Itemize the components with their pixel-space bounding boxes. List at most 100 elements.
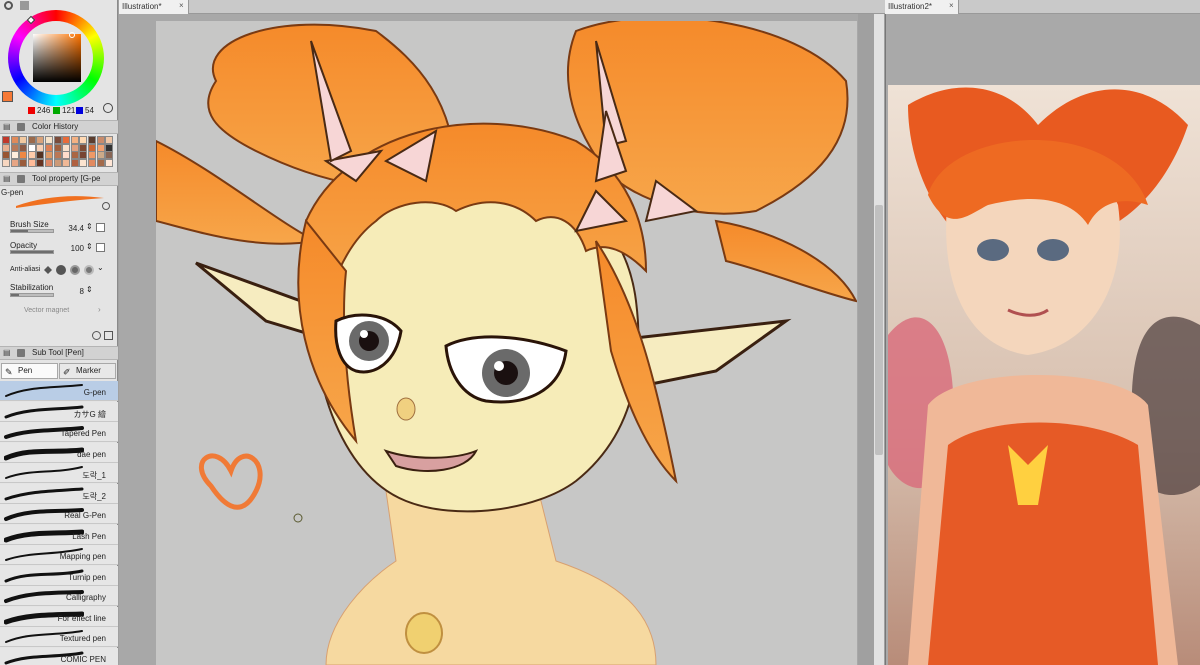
color-history-swatch[interactable] — [70, 158, 79, 167]
tool-property-header[interactable]: ▤ Tool property [G-pe — [0, 172, 118, 186]
color-history-swatch[interactable] — [96, 158, 105, 167]
sub-tool-name: カサG 繪 — [73, 409, 106, 419]
document-tabs: Illustration* × — [119, 0, 885, 14]
green-channel-icon — [53, 107, 60, 114]
reference-image[interactable] — [888, 85, 1200, 665]
sub-tool-item[interactable]: COMIC PEN — [0, 647, 118, 665]
reference-tabs: Illustration2* × — [885, 0, 1200, 14]
sub-tool-item[interactable]: For effect line — [0, 606, 118, 627]
stroke-preview-icon — [5, 466, 83, 479]
drawing-canvas[interactable] — [156, 21, 857, 665]
color-history-swatch[interactable] — [45, 158, 53, 167]
sub-tool-item[interactable]: Turnip pen — [0, 565, 118, 586]
pen-icon: ✎ — [5, 367, 13, 377]
color-wheel-tab-icon[interactable] — [4, 1, 13, 10]
close-tab-icon[interactable]: × — [179, 1, 184, 10]
sub-tool-name: Real G-Pen — [64, 511, 106, 520]
marker-icon: ✐ — [63, 367, 71, 377]
antialias-dropdown-icon[interactable]: ⌄ — [97, 263, 104, 272]
color-history-header[interactable]: ▤ Color History — [0, 120, 118, 134]
antialias-strong-icon[interactable] — [84, 265, 94, 275]
sub-tool-item[interactable]: G-pen — [0, 381, 118, 401]
vector-magnet-expand-icon[interactable]: › — [98, 305, 101, 314]
stroke-preview-icon — [5, 384, 83, 397]
sub-tool-item[interactable]: Lash Pen — [0, 524, 118, 545]
opacity-pressure-toggle[interactable] — [96, 243, 105, 252]
color-history-swatch[interactable] — [62, 158, 71, 167]
sub-tool-header[interactable]: ▤ Sub Tool [Pen] — [0, 346, 118, 360]
brush-size-slider[interactable] — [10, 229, 54, 233]
main-color-swatch[interactable] — [2, 91, 13, 102]
stabilization-value[interactable]: 8 — [60, 287, 84, 296]
color-history-swatch[interactable] — [105, 158, 114, 167]
tool-property-icon — [17, 175, 25, 183]
color-set-tab-icon[interactable] — [20, 1, 29, 10]
sub-tool-item[interactable]: dae pen — [0, 442, 118, 463]
vector-magnet-label: Vector magnet — [24, 307, 70, 314]
download-icon[interactable] — [92, 331, 101, 340]
color-picker-handle[interactable] — [69, 32, 75, 38]
antialias-weak-icon[interactable] — [56, 265, 66, 275]
sub-tool-name: Turnip pen — [68, 572, 106, 582]
sub-tool-name: COMIC PEN — [60, 654, 106, 664]
stabilization-slider[interactable] — [10, 293, 54, 297]
sub-tool-item[interactable]: Calligraphy — [0, 586, 118, 606]
sub-tool-name: Mapping pen — [59, 552, 106, 561]
color-history-swatch[interactable] — [2, 158, 10, 167]
color-history-swatch[interactable] — [10, 158, 19, 167]
red-value[interactable]: 246 — [37, 106, 50, 115]
stroke-preview-icon — [4, 447, 84, 460]
sub-tool-item[interactable]: 도락_2 — [0, 483, 118, 504]
saturation-value-square[interactable] — [33, 34, 81, 82]
red-channel-icon — [28, 107, 35, 114]
brush-size-stepper[interactable]: ⇕ — [86, 222, 93, 231]
sub-tool-item[interactable]: Textured pen — [0, 627, 118, 647]
stroke-preview-icon — [4, 405, 84, 418]
sub-tool-title: Sub Tool [Pen] — [32, 348, 84, 357]
sub-tool-item[interactable]: Mapping pen — [0, 545, 118, 565]
color-history-title: Color History — [32, 122, 79, 131]
opacity-stepper[interactable]: ⇕ — [86, 242, 93, 251]
stroke-preview-icon — [4, 487, 84, 500]
color-history-swatch[interactable] — [88, 158, 96, 167]
opacity-label: Opacity — [10, 241, 38, 250]
lock-icon[interactable] — [102, 202, 110, 210]
sub-tool-name: dae pen — [77, 449, 106, 459]
opacity-slider[interactable] — [10, 250, 54, 254]
sub-tool-name: Lash Pen — [72, 531, 106, 541]
color-history-grid[interactable] — [2, 136, 114, 167]
sub-tool-item[interactable]: Real G-Pen — [0, 504, 118, 524]
antialias-medium-icon[interactable] — [70, 265, 80, 275]
color-history-swatch[interactable] — [36, 158, 45, 167]
wrench-icon[interactable] — [104, 331, 113, 340]
blue-channel-icon — [76, 107, 83, 114]
close-tab2-icon[interactable]: × — [949, 1, 954, 10]
tab-illustration2-label: Illustration2* — [888, 2, 933, 11]
brush-size-label: Brush Size — [10, 220, 49, 229]
sub-tool-name: Calligraphy — [65, 593, 106, 602]
tool-property-title: Tool property [G-pe — [32, 174, 101, 183]
canvas-scrollbar-thumb[interactable] — [875, 205, 883, 455]
blue-value[interactable]: 54 — [85, 106, 94, 115]
color-history-swatch[interactable] — [79, 158, 88, 167]
sub-tool-name: G-pen — [83, 388, 106, 397]
brush-size-value[interactable]: 34.4 — [60, 224, 84, 233]
reference-artwork — [888, 87, 1200, 665]
brush-size-pressure-toggle[interactable] — [96, 223, 105, 232]
color-history-swatch[interactable] — [19, 158, 28, 167]
tab-marker-label: Marker — [76, 366, 101, 375]
antialias-label: Anti-aliasi — [10, 266, 41, 273]
color-mode-icon[interactable] — [103, 103, 113, 113]
stabilization-stepper[interactable]: ⇕ — [86, 285, 93, 294]
color-history-swatch[interactable] — [53, 158, 62, 167]
sub-tool-item[interactable]: Tapered Pen — [0, 422, 118, 442]
sub-tool-item[interactable]: カサG 繪 — [0, 401, 118, 422]
tab-illustration2[interactable]: Illustration2* — [885, 0, 959, 14]
color-history-swatch[interactable] — [27, 158, 36, 167]
stabilization-label: Stabilization — [10, 283, 54, 292]
green-value[interactable]: 121 — [62, 106, 75, 115]
opacity-value[interactable]: 100 — [60, 244, 84, 253]
brush-preview — [16, 196, 104, 208]
sub-tool-item[interactable]: 도락_1 — [0, 463, 118, 483]
tab-pen-label: Pen — [18, 366, 33, 375]
